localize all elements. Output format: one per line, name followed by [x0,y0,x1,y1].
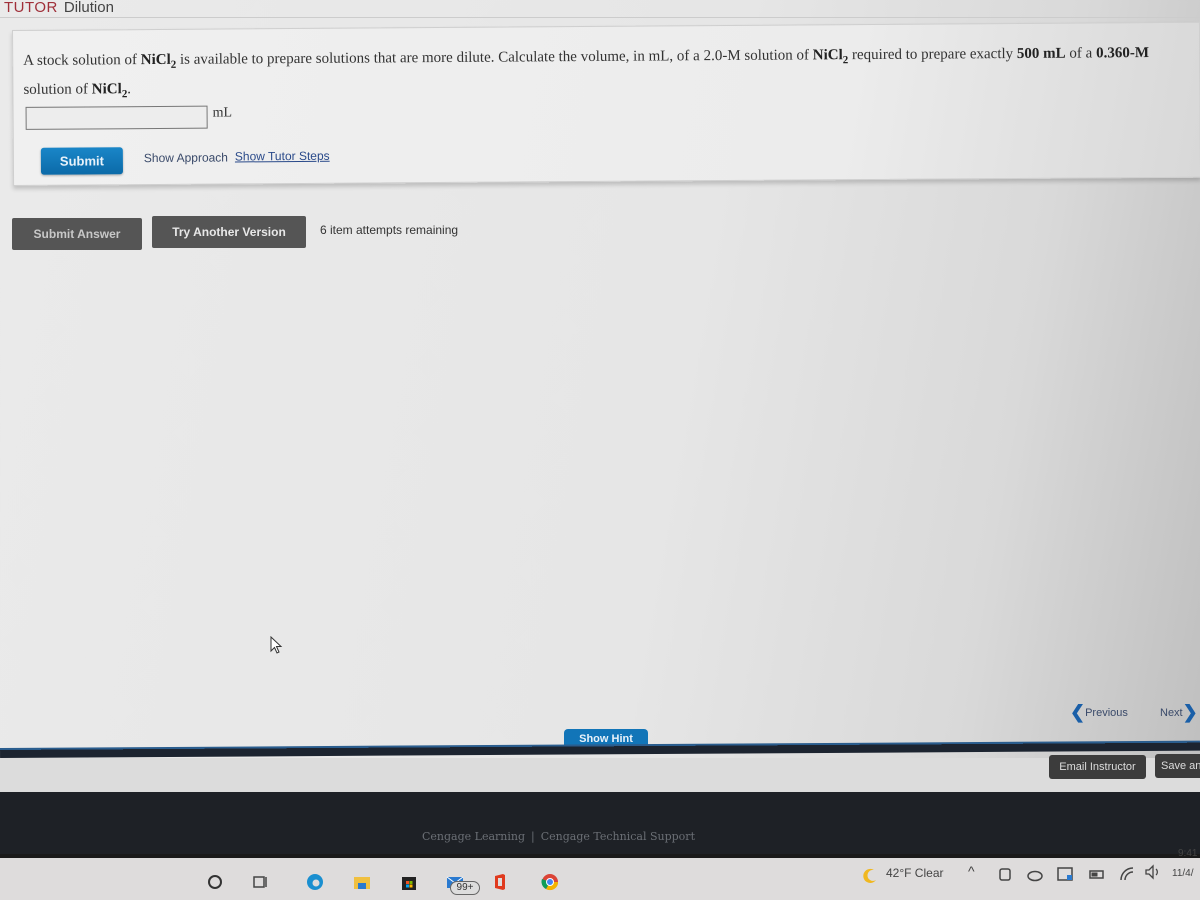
onedrive-cloud-icon[interactable] [1025,864,1045,884]
question-card: A stock solution of NiCl2 is available t… [12,21,1200,186]
topic-title: Dilution [63,0,114,16]
file-explorer-icon[interactable] [352,872,372,892]
chevron-up-icon[interactable]: ^ [968,863,975,879]
mouse-cursor-icon [270,636,283,654]
submit-button[interactable]: Submit [40,147,124,175]
question-text: A stock solution of NiCl2 is available t… [23,45,1150,101]
previous-button[interactable]: ❮Previous [1070,702,1128,723]
battery-icon[interactable] [1087,864,1107,884]
footer: Cengage Learning | Cengage Technical Suppo… [0,792,1200,854]
technical-support-link[interactable]: Cengage Technical Support [541,830,695,843]
show-tutor-steps-link[interactable]: Show Tutor Steps [235,149,330,164]
taskbar: 99+ 42°F Clear ^ 9:41 11/4/ [0,848,1200,900]
task-view-icon[interactable] [250,872,270,892]
mail-badge: 99+ [450,881,480,895]
chevron-right-icon: ❯ [1182,702,1198,722]
volume-answer-input[interactable] [25,105,208,130]
email-instructor-button[interactable]: Email Instructor [1049,755,1146,779]
weather-text[interactable]: 42°F Clear [886,866,944,880]
clock-date[interactable]: 11/4/ [1172,868,1194,879]
action-strip [0,758,1200,792]
tutor-label: TUTOR [4,0,58,16]
chevron-left-icon: ❮ [1070,702,1086,722]
meet-now-icon[interactable] [1055,864,1075,884]
weather-moon-icon [863,868,876,883]
footer-separator: | [531,830,535,843]
next-button[interactable]: Next❯ [1160,702,1198,723]
wifi-icon[interactable] [1117,864,1137,884]
device-icon[interactable] [995,864,1015,884]
microsoft-store-icon[interactable] [399,872,419,892]
title-bar: TUTOR Dilution [0,0,1200,18]
show-approach-link[interactable]: Show Approach [144,150,228,165]
office-icon[interactable] [490,872,510,892]
unit-label: mL [212,105,233,121]
attempts-remaining: 6 item attempts remaining [320,223,459,237]
save-and-exit-button[interactable]: Save an [1155,754,1200,778]
edge-browser-icon[interactable] [305,872,325,892]
chrome-icon[interactable] [540,872,560,892]
clock-time[interactable]: 9:41 [1178,848,1197,859]
submit-answer-button[interactable]: Submit Answer [12,218,142,250]
try-another-version-button[interactable]: Try Another Version [152,216,306,248]
volume-icon[interactable] [1143,862,1163,882]
cengage-learning-link[interactable]: Cengage Learning [422,830,525,843]
search-circle-icon[interactable] [205,872,225,892]
